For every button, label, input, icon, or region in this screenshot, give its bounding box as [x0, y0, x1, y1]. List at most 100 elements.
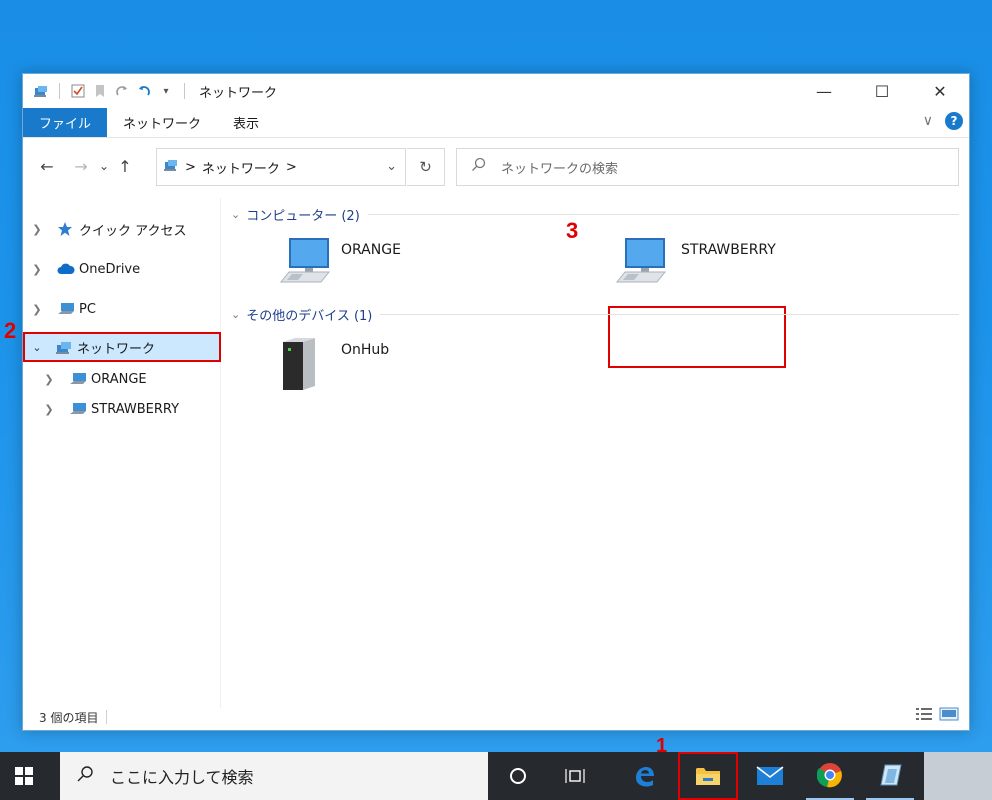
callout-3: 3	[566, 218, 579, 243]
nav-item-pc[interactable]: ❯ PC	[23, 294, 221, 324]
large-icons-view-icon[interactable]	[939, 707, 959, 724]
item-onhub[interactable]: OnHub	[231, 332, 471, 392]
group-collapse-chevron-icon[interactable]: ⌄	[231, 208, 240, 221]
taskbar: ここに入力して検索	[0, 752, 992, 800]
callout-2: 2	[4, 318, 17, 343]
group-divider	[367, 213, 959, 215]
nav-item-label: PC	[79, 301, 96, 317]
taskbar-search-placeholder: ここに入力して検索	[110, 768, 254, 787]
forward-button[interactable]: →	[69, 154, 93, 178]
item-strawberry-content[interactable]: STRAWBERRY	[553, 232, 793, 292]
item-label: STRAWBERRY	[681, 242, 776, 258]
cortana-icon[interactable]	[494, 752, 542, 800]
address-bar[interactable]: > ネットワーク > ⌄	[156, 148, 406, 186]
computer-icon	[279, 236, 333, 292]
computer-icon	[69, 401, 87, 417]
minimize-button[interactable]: —	[795, 74, 853, 108]
nav-item-label: ORANGE	[91, 371, 147, 387]
item-count: 3 個の項目	[39, 710, 99, 725]
nav-item-onedrive[interactable]: ❯ OneDrive	[23, 254, 221, 284]
group-collapse-chevron-icon[interactable]: ⌄	[231, 308, 240, 321]
group-header-other-devices[interactable]: ⌄ その他のデバイス (1)	[231, 304, 959, 324]
nav-item-quick-access[interactable]: ❯ クイック アクセス	[23, 214, 221, 244]
nav-item-network[interactable]: ⌄ ネットワーク	[23, 332, 221, 362]
expand-chevron-icon[interactable]: ❯	[29, 223, 45, 236]
tab-view[interactable]: 表示	[217, 108, 275, 137]
up-button[interactable]: ↑	[113, 154, 137, 178]
item-label: ORANGE	[341, 242, 401, 258]
search-icon	[471, 157, 487, 177]
file-explorer-taskbar-button[interactable]	[678, 752, 738, 800]
customize-toolbar-chevron-icon[interactable]: ▾	[158, 83, 174, 99]
title-bar: ▾ ネットワーク — ☐ ✕	[23, 74, 969, 108]
task-view-icon[interactable]	[552, 752, 600, 800]
group-header-label: その他のデバイス (1)	[246, 308, 373, 324]
close-button[interactable]: ✕	[911, 74, 969, 108]
cloud-icon	[57, 261, 75, 277]
search-box[interactable]: ネットワークの検索	[456, 148, 959, 186]
window-controls: — ☐ ✕	[795, 74, 969, 108]
item-orange[interactable]: ORANGE	[231, 232, 471, 292]
recent-locations-button[interactable]: ⌄	[97, 154, 111, 178]
file-explorer-window: ▾ ネットワーク — ☐ ✕ ファイル ネットワーク 表示 ∨ ? ← → ⌄ …	[22, 73, 970, 731]
new-folder-icon[interactable]	[92, 83, 108, 99]
nav-item-label: クイック アクセス	[79, 223, 187, 239]
search-placeholder: ネットワークの検索	[501, 161, 619, 177]
nav-item-strawberry[interactable]: ❯ STRAWBERRY	[23, 394, 221, 424]
view-toggle	[915, 707, 959, 724]
computer-icon	[69, 371, 87, 387]
mail-icon[interactable]	[746, 752, 794, 800]
tab-file[interactable]: ファイル	[23, 108, 108, 137]
maximize-button[interactable]: ☐	[853, 74, 911, 108]
breadcrumb-separator[interactable]: >	[286, 160, 297, 175]
network-icon	[163, 158, 179, 176]
app-icon[interactable]	[866, 752, 914, 800]
folder-icon	[696, 768, 720, 785]
quick-access-toolbar: ▾ ネットワーク	[23, 82, 277, 101]
edge-icon[interactable]	[620, 752, 668, 800]
search-icon	[76, 765, 94, 787]
group-header-label: コンピューター (2)	[246, 208, 360, 224]
toolbar-divider	[184, 83, 185, 99]
item-label: OnHub	[341, 342, 390, 358]
redo-icon[interactable]	[114, 83, 130, 99]
properties-icon[interactable]	[70, 83, 86, 99]
nav-item-label: STRAWBERRY	[91, 401, 180, 417]
pc-icon	[57, 301, 75, 317]
network-icon	[55, 339, 73, 355]
expand-chevron-icon[interactable]: ❯	[29, 303, 45, 316]
navigation-bar: ← → ⌄ ↑ > ネットワーク > ⌄ ↻ ネットワークの検索	[23, 146, 969, 186]
nav-item-label: ネットワーク	[77, 341, 156, 357]
nav-item-orange[interactable]: ❯ ORANGE	[23, 364, 221, 394]
windows-logo-icon	[15, 767, 33, 785]
chrome-icon[interactable]	[806, 752, 854, 800]
collapse-chevron-icon[interactable]: ⌄	[29, 341, 45, 354]
expand-ribbon-chevron-icon[interactable]: ∨	[923, 113, 933, 129]
status-bar: 3 個の項目	[23, 704, 969, 730]
group-header-computers[interactable]: ⌄ コンピューター (2)	[231, 204, 959, 224]
back-button[interactable]: ←	[35, 154, 59, 178]
content-pane: ⌄ コンピューター (2) ORANGE STRAWBERRY ⌄ その他のデバ…	[231, 198, 961, 708]
undo-icon[interactable]	[136, 83, 152, 99]
expand-chevron-icon[interactable]: ❯	[41, 373, 57, 386]
address-dropdown-icon[interactable]: ⌄	[386, 159, 397, 174]
status-divider	[106, 710, 108, 724]
taskbar-tray-area	[924, 752, 992, 800]
start-button[interactable]	[0, 752, 48, 800]
breadcrumb-separator[interactable]: >	[185, 160, 196, 175]
details-view-icon[interactable]	[915, 707, 933, 724]
expand-chevron-icon[interactable]: ❯	[41, 403, 57, 416]
star-icon	[57, 221, 75, 237]
nav-item-label: OneDrive	[79, 261, 141, 277]
tab-network[interactable]: ネットワーク	[107, 108, 217, 137]
refresh-button[interactable]: ↻	[407, 148, 445, 186]
help-icon[interactable]: ?	[945, 112, 963, 130]
taskbar-search-box[interactable]: ここに入力して検索	[60, 752, 488, 800]
breadcrumb-network[interactable]: ネットワーク	[202, 158, 280, 177]
navigation-pane: ❯ クイック アクセス ❯ OneDrive ❯ PC ⌄ ネットワーク ❯ O…	[23, 198, 221, 708]
window-title: ネットワーク	[199, 85, 278, 101]
group-divider	[380, 313, 959, 315]
expand-chevron-icon[interactable]: ❯	[29, 263, 45, 276]
network-window-icon	[33, 83, 49, 99]
ribbon-right: ∨ ?	[923, 112, 963, 130]
